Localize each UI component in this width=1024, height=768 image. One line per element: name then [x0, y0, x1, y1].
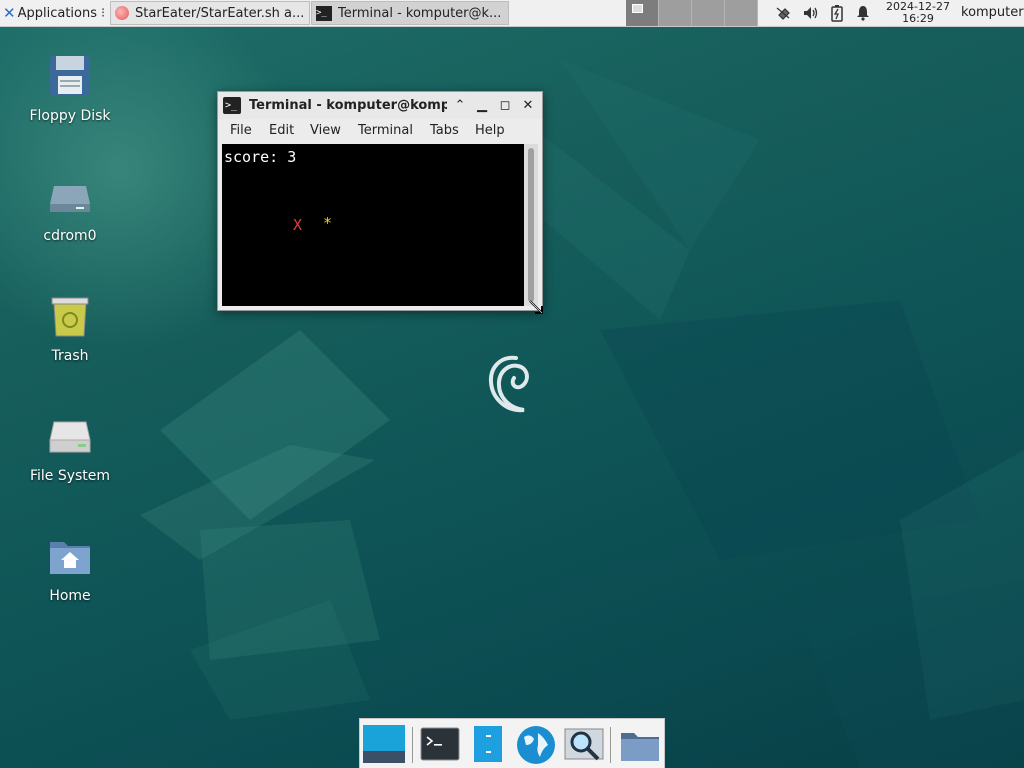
terminal-menubar: File Edit View Terminal Tabs Help: [218, 119, 542, 143]
menu-view[interactable]: View: [310, 119, 341, 143]
floppy-icon: [50, 56, 90, 96]
app-finder-icon: [564, 728, 604, 761]
desktop: ✕ Applications ⁝ StarEater/StarEater.sh …: [0, 0, 1024, 768]
web-browser-icon: [517, 726, 555, 764]
workspace-2[interactable]: [659, 0, 692, 26]
desktop-icon-cdrom0[interactable]: cdrom0: [20, 172, 120, 244]
home-folder-icon: [50, 542, 90, 574]
menu-file[interactable]: File: [230, 119, 252, 143]
clock-time: 16:29: [902, 12, 934, 25]
dock: [359, 718, 665, 768]
player-character: X: [293, 216, 303, 234]
taskbar-item-terminal[interactable]: >_ Terminal - komputer@k...: [311, 1, 509, 25]
desktop-icon-label: Floppy Disk: [29, 108, 111, 124]
close-button[interactable]: ✕: [518, 96, 538, 116]
menu-edit[interactable]: Edit: [269, 119, 294, 143]
desktop-icon-label: File System: [29, 468, 111, 484]
taskbar-item-label: Terminal - komputer@k...: [338, 5, 502, 21]
terminal-scrollbar[interactable]: [524, 144, 538, 306]
workspace-4[interactable]: [725, 0, 758, 26]
file-manager-icon: [474, 726, 502, 762]
terminal-launcher[interactable]: [418, 723, 462, 767]
applications-menu[interactable]: ✕ Applications ⁝: [0, 0, 111, 26]
maximize-button[interactable]: ◻: [495, 96, 515, 116]
desktop-icon-label: Home: [49, 588, 91, 604]
workspace-3[interactable]: [692, 0, 725, 26]
network-icon[interactable]: [774, 4, 792, 22]
terminal-icon: [420, 727, 460, 761]
applications-label: Applications: [17, 5, 97, 21]
terminal-output[interactable]: score: 3 X *: [222, 144, 524, 306]
drive-icon: [50, 186, 90, 212]
minimize-button[interactable]: ▁: [472, 96, 492, 116]
notification-bell-icon[interactable]: [854, 4, 872, 22]
menu-tabs[interactable]: Tabs: [430, 119, 459, 143]
desktop-icon-label: Trash: [51, 348, 89, 364]
stareater-app-icon: [115, 6, 129, 20]
taskbar-item-stareater[interactable]: StarEater/StarEater.sh a...: [110, 1, 310, 25]
terminal-window[interactable]: >_ Terminal - komputer@kompu ⌃ ▁ ◻ ✕ Fil…: [217, 91, 543, 311]
shade-button[interactable]: ⌃: [450, 96, 470, 116]
show-desktop-button[interactable]: [362, 723, 406, 767]
web-browser-launcher[interactable]: [514, 723, 558, 767]
trash-icon: [51, 297, 89, 337]
terminal-icon: >_: [223, 97, 241, 114]
taskbar-item-label: StarEater/StarEater.sh a...: [135, 5, 305, 21]
score-text: score: 3: [224, 148, 297, 166]
app-finder-launcher[interactable]: [562, 723, 606, 767]
file-manager-launcher[interactable]: [466, 723, 510, 767]
clock[interactable]: 2024-12-27 16:29: [880, 1, 956, 25]
terminal-app-icon: >_: [316, 5, 332, 21]
desktop-icon-home[interactable]: Home: [20, 532, 120, 604]
debian-logo-icon: [488, 355, 529, 413]
folder-icon: [621, 733, 659, 761]
desktop-icon-trash[interactable]: Trash: [20, 292, 120, 364]
desktop-icon-label: cdrom0: [43, 228, 97, 244]
user-menu[interactable]: komputer: [961, 0, 1024, 26]
battery-icon[interactable]: [828, 4, 846, 22]
show-desktop-icon: [363, 725, 405, 763]
volume-icon[interactable]: [802, 4, 820, 22]
top-panel: ✕ Applications ⁝ StarEater/StarEater.sh …: [0, 0, 1024, 27]
resize-cursor-icon[interactable]: [527, 298, 545, 316]
menu-terminal[interactable]: Terminal: [358, 119, 413, 143]
window-title: Terminal - komputer@kompu: [249, 98, 447, 113]
filesystem-icon: [49, 421, 91, 453]
folder-launcher[interactable]: [618, 723, 662, 767]
desktop-icon-file-system[interactable]: File System: [20, 412, 120, 484]
star-character: *: [323, 214, 333, 232]
menu-help[interactable]: Help: [475, 119, 505, 143]
xfce-logo-icon: ✕: [3, 4, 16, 22]
desktop-icon-floppy-disk[interactable]: Floppy Disk: [20, 52, 120, 124]
workspace-1[interactable]: [626, 0, 659, 26]
terminal-titlebar[interactable]: >_ Terminal - komputer@kompu ⌃ ▁ ◻ ✕: [218, 92, 542, 119]
